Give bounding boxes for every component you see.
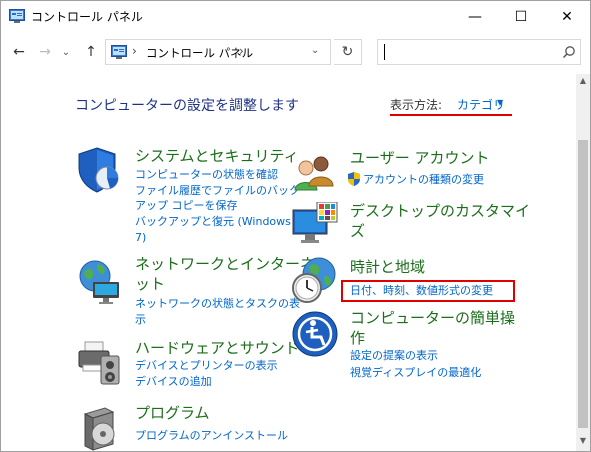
control-panel-icon bbox=[9, 9, 25, 23]
add-device-link[interactable]: デバイスの追加 bbox=[135, 374, 212, 390]
maximize-button[interactable]: ☐ bbox=[498, 1, 544, 32]
change-date-time-format-link[interactable]: 日付、時刻、数値形式の変更 bbox=[350, 283, 493, 299]
security-shield-icon bbox=[78, 147, 119, 193]
backup-restore-link[interactable]: バックアップと復元 (Windows bbox=[135, 214, 291, 230]
programs-disc-icon bbox=[83, 407, 115, 451]
user-accounts-title[interactable]: ユーザー アカウント bbox=[350, 148, 489, 168]
optimize-visual-display-link[interactable]: 視覚ディスプレイの最適化 bbox=[350, 365, 481, 381]
search-icon bbox=[562, 46, 575, 59]
network-status-link[interactable]: ネットワークの状態とタスクの表 bbox=[135, 296, 300, 312]
maximize-icon: ☐ bbox=[514, 8, 528, 25]
change-account-type-link[interactable]: アカウントの種類の変更 bbox=[363, 172, 484, 188]
minimize-icon: — bbox=[468, 8, 482, 25]
user-accounts-icon bbox=[294, 156, 334, 191]
clock-region-title[interactable]: 時計と地域 bbox=[350, 257, 425, 277]
breadcrumb-control-panel[interactable]: コントロール パネル bbox=[146, 45, 253, 61]
view-by-label: 表示方法: bbox=[390, 98, 443, 112]
main-content: コンピューターの設定を調整します 表示方法: カテゴリ ▼ システムとセキュリテ… bbox=[1, 74, 576, 451]
breadcrumb-separator[interactable]: › bbox=[132, 44, 137, 58]
up-arrow-icon: ↑ bbox=[85, 44, 97, 60]
printer-speaker-icon bbox=[78, 341, 120, 385]
check-computer-status-link[interactable]: コンピューターの状態を確認 bbox=[135, 167, 278, 183]
close-icon: ✕ bbox=[561, 8, 573, 25]
back-button[interactable]: ← bbox=[9, 41, 29, 63]
file-history-link-line2[interactable]: アップ コピーを保存 bbox=[135, 198, 238, 214]
network-internet-title-line2[interactable]: ット bbox=[135, 274, 165, 294]
scrollbar-thumb[interactable] bbox=[578, 140, 588, 428]
window-title: コントロール パネル bbox=[31, 10, 143, 24]
forward-button[interactable]: → bbox=[35, 41, 55, 63]
clock-globe-icon bbox=[292, 257, 336, 303]
ease-of-access-title[interactable]: コンピューターの簡単操 bbox=[350, 308, 515, 328]
navigation-bar: ← → ⌄ ↑ › コントロール パネル › ⌄ ↻ bbox=[1, 32, 590, 74]
recommended-settings-link[interactable]: 設定の提案の表示 bbox=[350, 348, 438, 364]
network-globe-icon bbox=[79, 260, 119, 304]
search-input[interactable] bbox=[377, 39, 581, 65]
network-status-link-line2[interactable]: 示 bbox=[135, 312, 146, 328]
address-dropdown-icon[interactable]: ⌄ bbox=[311, 45, 319, 56]
minimize-button[interactable]: — bbox=[452, 1, 498, 32]
ease-of-access-title-line2[interactable]: 作 bbox=[350, 328, 365, 348]
control-panel-window: コントロール パネル — ☐ ✕ ← → ⌄ ↑ › コントロール パネル › … bbox=[0, 0, 591, 452]
desktop-customize-title[interactable]: デスクトップのカスタマイ bbox=[350, 201, 530, 221]
uac-shield-icon bbox=[348, 172, 360, 186]
close-button[interactable]: ✕ bbox=[544, 1, 590, 32]
forward-arrow-icon: → bbox=[39, 44, 51, 60]
chevron-down-icon: ⌄ bbox=[61, 46, 71, 58]
refresh-icon: ↻ bbox=[341, 44, 354, 60]
text-cursor bbox=[384, 44, 385, 60]
back-arrow-icon: ← bbox=[13, 44, 25, 60]
breadcrumb-separator[interactable]: › bbox=[239, 44, 244, 58]
address-bar[interactable]: › コントロール パネル › ⌄ bbox=[105, 39, 331, 65]
backup-restore-link-line2[interactable]: 7) bbox=[135, 230, 146, 246]
desktop-customize-title-line2[interactable]: ズ bbox=[350, 221, 365, 241]
title-bar: コントロール パネル — ☐ ✕ bbox=[1, 1, 590, 32]
ease-of-access-icon bbox=[292, 311, 338, 357]
scroll-up-icon[interactable]: ▲ bbox=[576, 76, 590, 88]
devices-printers-link[interactable]: デバイスとプリンターの表示 bbox=[135, 358, 278, 374]
desktop-customize-icon bbox=[292, 202, 338, 243]
programs-title[interactable]: プログラム bbox=[135, 403, 210, 423]
refresh-button[interactable]: ↻ bbox=[334, 39, 362, 65]
page-title: コンピューターの設定を調整します bbox=[75, 98, 299, 114]
network-internet-title[interactable]: ネットワークとインターネ bbox=[135, 254, 315, 274]
system-security-title[interactable]: システムとセキュリティ bbox=[135, 146, 299, 166]
file-history-link[interactable]: ファイル履歴でファイルのバック bbox=[135, 183, 300, 199]
highlight-underline bbox=[390, 114, 512, 116]
hardware-sound-title[interactable]: ハードウェアとサウンド bbox=[135, 338, 300, 358]
uninstall-program-link[interactable]: プログラムのアンインストール bbox=[135, 428, 288, 444]
scroll-down-icon[interactable]: ▼ bbox=[576, 436, 590, 448]
vertical-scrollbar[interactable]: ▲ ▼ bbox=[576, 74, 590, 451]
view-by-arrow-icon[interactable]: ▼ bbox=[497, 98, 503, 107]
up-button[interactable]: ↑ bbox=[81, 41, 101, 63]
control-panel-icon bbox=[111, 45, 127, 59]
recent-locations-button[interactable]: ⌄ bbox=[59, 41, 73, 63]
